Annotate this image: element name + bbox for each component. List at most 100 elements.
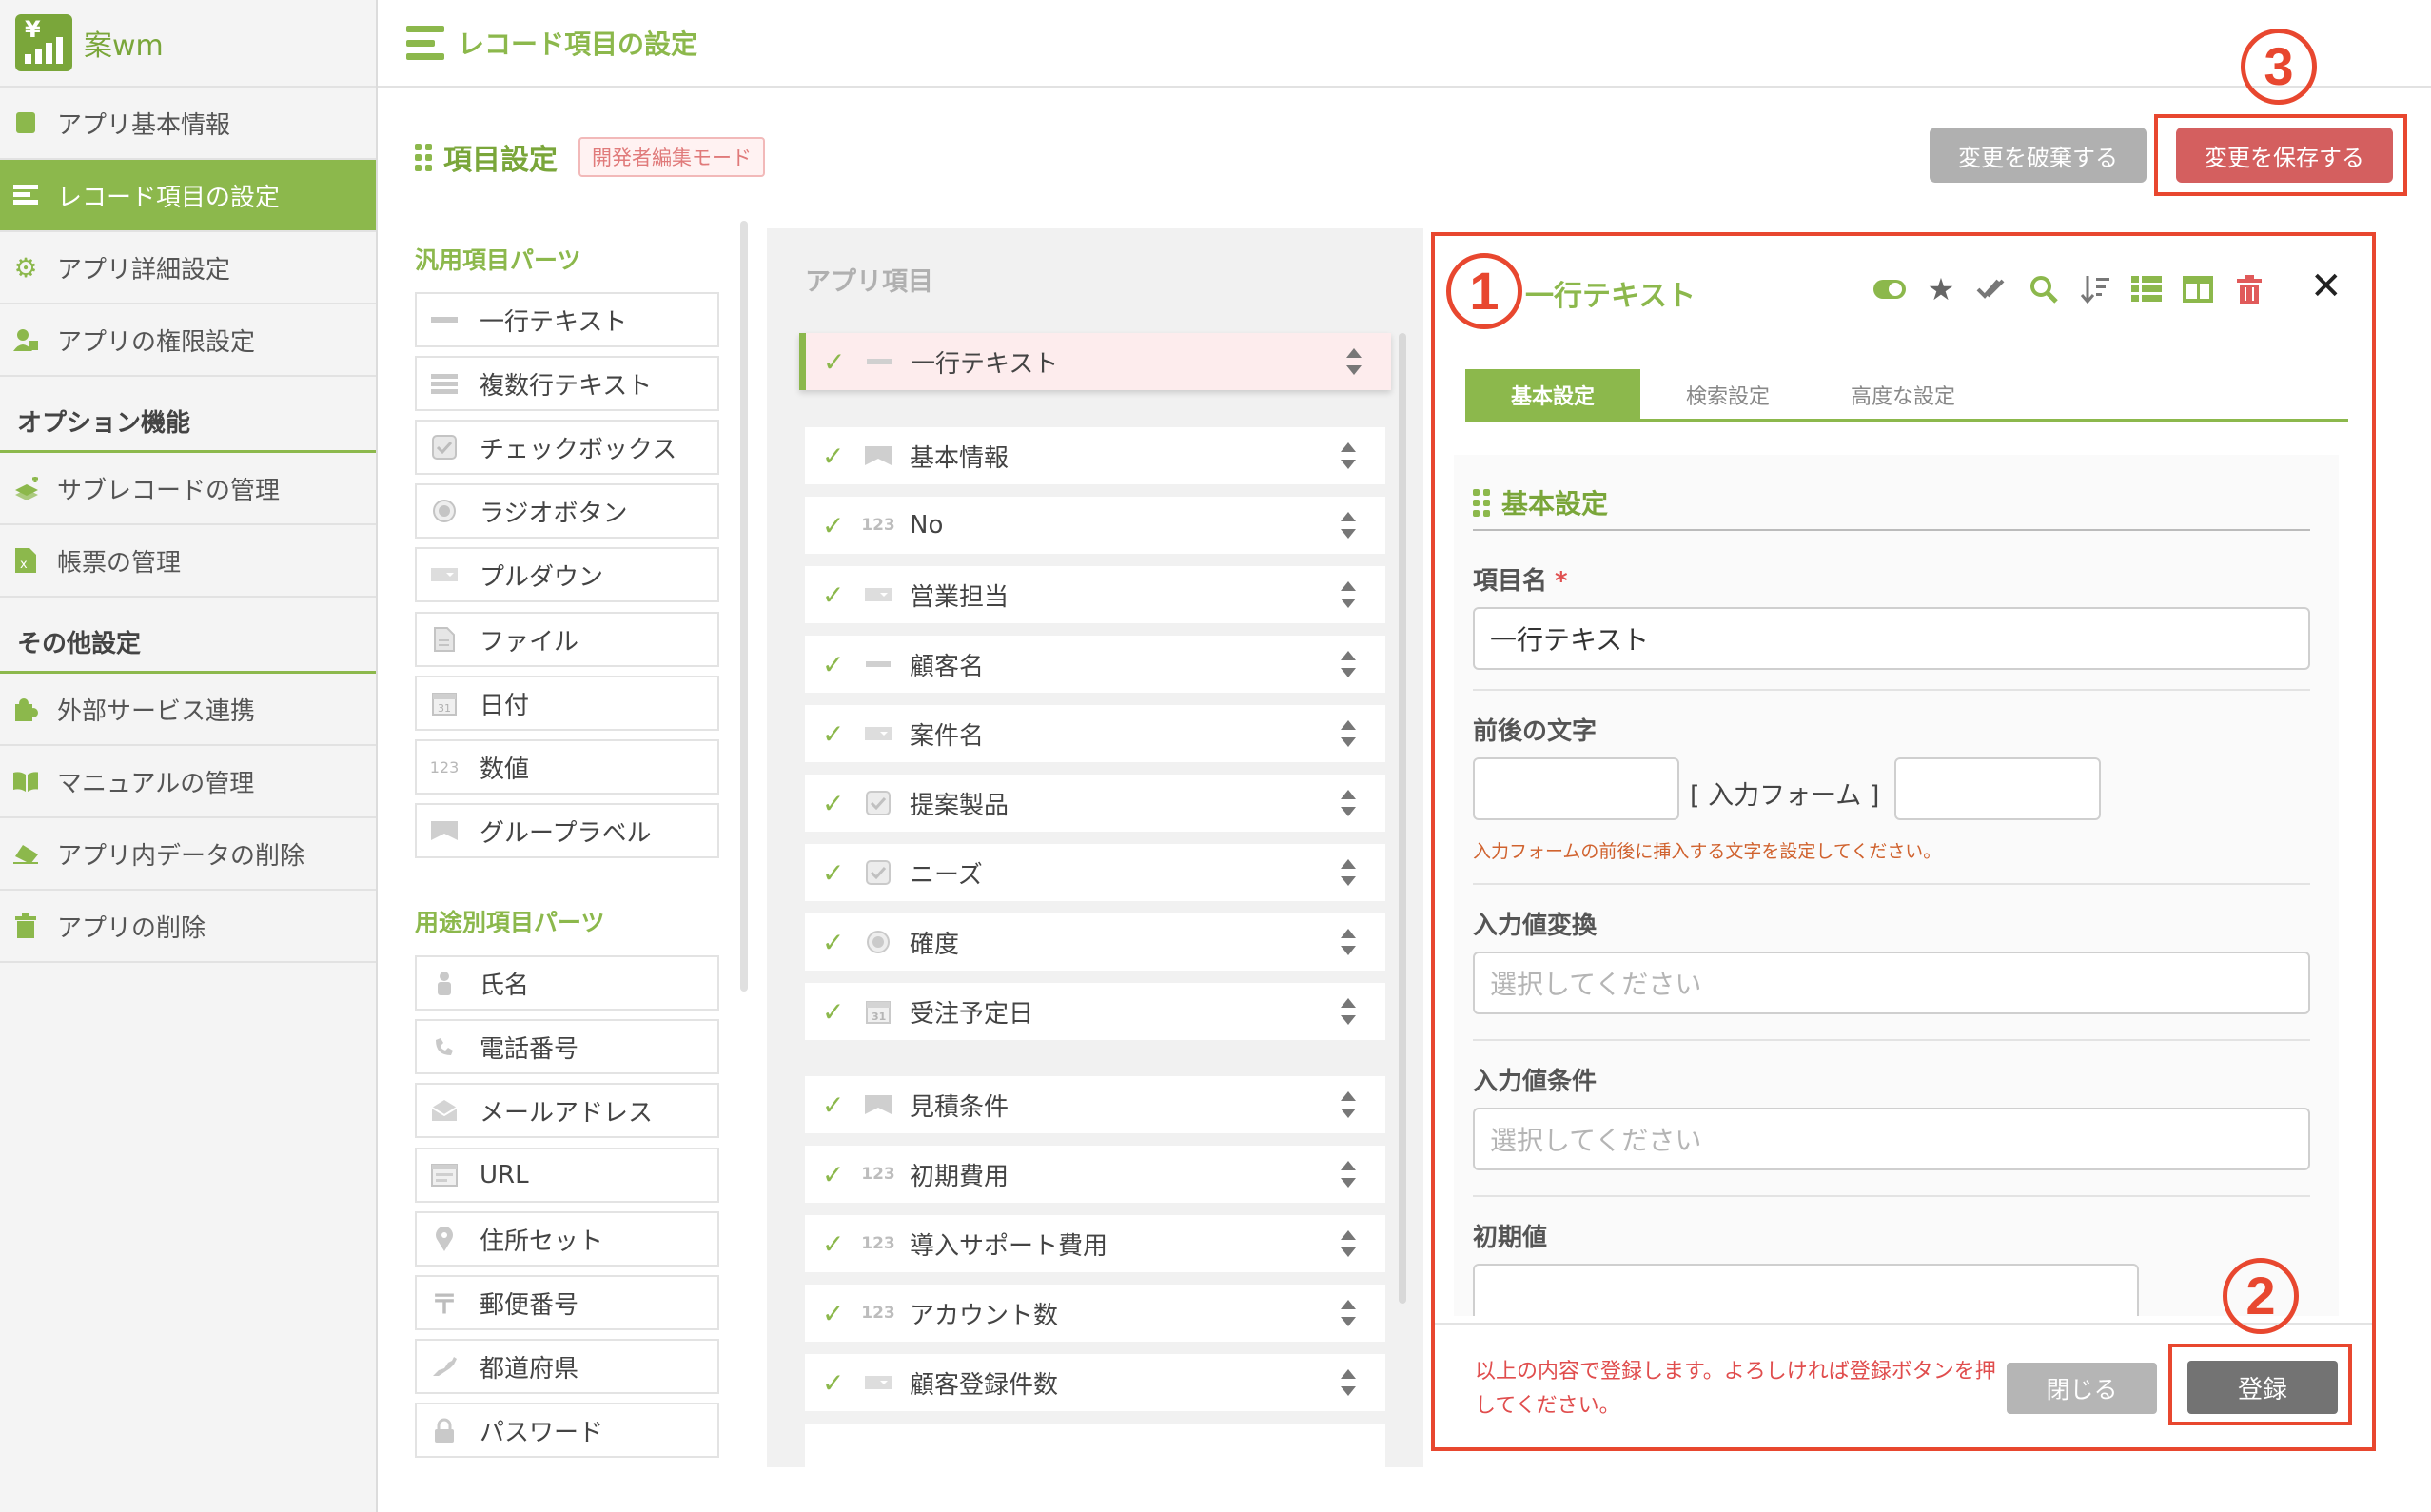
palette-item-date[interactable]: 31 日付 bbox=[415, 676, 719, 731]
sidebar-item-manual[interactable]: マニュアルの管理 bbox=[0, 746, 376, 818]
star-icon[interactable]: ★ bbox=[1924, 271, 1958, 307]
sort-handle-icon[interactable] bbox=[1340, 442, 1357, 469]
trash-icon bbox=[13, 913, 38, 938]
palette-item-phone[interactable]: 電話番号 bbox=[415, 1019, 719, 1074]
sort-handle-icon[interactable] bbox=[1340, 998, 1357, 1025]
sidebar-item-delete-data[interactable]: アプリ内データの削除 bbox=[0, 818, 376, 891]
sort-handle-icon[interactable] bbox=[1340, 1161, 1357, 1188]
palette-item-prefecture[interactable]: 都道府県 bbox=[415, 1339, 719, 1394]
general-parts-heading: 汎用項目パーツ bbox=[415, 246, 581, 274]
app-item-row[interactable]: ✓ 基本情報 bbox=[805, 427, 1385, 484]
app-item-row[interactable]: ✓ 提案製品 bbox=[805, 775, 1385, 832]
sidebar-item-record-fields[interactable]: レコード項目の設定 bbox=[0, 160, 376, 232]
app-logo[interactable]: 案wm bbox=[0, 0, 376, 88]
app-item-row-partial[interactable] bbox=[805, 1424, 1385, 1467]
sidebar-item-forms[interactable]: x 帳票の管理 bbox=[0, 525, 376, 598]
trash-icon[interactable] bbox=[2232, 272, 2266, 306]
app-item-label: 受注予定日 bbox=[910, 999, 1034, 1029]
app-item-row[interactable]: ✓ 123 No bbox=[805, 497, 1385, 554]
basic-settings-title: 基本設定 bbox=[1501, 488, 1609, 520]
field-name-input[interactable]: 一行テキスト bbox=[1473, 607, 2310, 670]
palette-item-postal[interactable]: 〒 郵便番号 bbox=[415, 1275, 719, 1330]
app-item-row[interactable]: ✓ 案件名 bbox=[805, 705, 1385, 762]
default-value-input[interactable] bbox=[1473, 1264, 2139, 1316]
checkbox-icon bbox=[862, 860, 894, 885]
sort-handle-icon[interactable] bbox=[1340, 1230, 1357, 1257]
sidebar-item-label: マニュアルの管理 bbox=[57, 769, 255, 798]
app-item-row[interactable]: ✓ 営業担当 bbox=[805, 566, 1385, 623]
sort-handle-icon[interactable] bbox=[1340, 859, 1357, 886]
toggle-icon[interactable] bbox=[1872, 272, 1907, 306]
app-item-row-selected[interactable]: ✓ 一行テキスト bbox=[799, 333, 1391, 390]
form-area: 基本設定 項目名 * 一行テキスト 前後の文字 [ 入力フォーム ] 入力フォーム… bbox=[1454, 455, 2339, 1316]
radio-icon bbox=[430, 499, 459, 523]
suffix-input[interactable] bbox=[1894, 757, 2101, 820]
sort-handle-icon[interactable] bbox=[1340, 929, 1357, 955]
palette-item-email[interactable]: メールアドレス bbox=[415, 1083, 719, 1138]
palette-item-url[interactable]: URL bbox=[415, 1148, 719, 1203]
close-button[interactable]: 閉じる bbox=[2007, 1363, 2157, 1414]
sidebar-item-permissions[interactable]: アプリの権限設定 bbox=[0, 304, 376, 377]
palette-item-single-line[interactable]: 一行テキスト bbox=[415, 292, 719, 347]
table-icon[interactable] bbox=[2129, 272, 2164, 306]
palette-item-name[interactable]: 氏名 bbox=[415, 955, 719, 1011]
sidebar-item-delete-app[interactable]: アプリの削除 bbox=[0, 891, 376, 963]
palette-item-checkbox[interactable]: チェックボックス bbox=[415, 420, 719, 475]
calendar-icon: 31 bbox=[430, 691, 459, 716]
condition-select[interactable]: 選択してください bbox=[1473, 1108, 2310, 1170]
dropdown-icon bbox=[862, 582, 894, 607]
palette-item-file[interactable]: ファイル bbox=[415, 612, 719, 667]
tab-search[interactable]: 検索設定 bbox=[1640, 369, 1815, 421]
app-item-row[interactable]: ✓ 確度 bbox=[805, 913, 1385, 971]
sort-icon[interactable] bbox=[2078, 272, 2112, 306]
puzzle-icon bbox=[13, 697, 38, 721]
sidebar-item-app-info[interactable]: アプリ基本情報 bbox=[0, 88, 376, 160]
search-icon[interactable] bbox=[2027, 272, 2061, 306]
sort-handle-icon[interactable] bbox=[1345, 348, 1363, 375]
tab-advanced[interactable]: 高度な設定 bbox=[1815, 369, 1990, 421]
app-items-scrollbar[interactable] bbox=[1399, 333, 1406, 1304]
sort-handle-icon[interactable] bbox=[1340, 1300, 1357, 1326]
tab-basic[interactable]: 基本設定 bbox=[1465, 369, 1640, 421]
sort-handle-icon[interactable] bbox=[1340, 651, 1357, 677]
section-header: 項目設定 開発者編集モード bbox=[415, 136, 765, 178]
app-item-label: 基本情報 bbox=[910, 443, 1010, 473]
app-item-row[interactable]: ✓ 顧客名 bbox=[805, 636, 1385, 693]
app-item-row[interactable]: ✓ 31 受注予定日 bbox=[805, 983, 1385, 1040]
palette-scrollbar[interactable] bbox=[740, 221, 748, 992]
app-item-row[interactable]: ✓ 見積条件 bbox=[805, 1076, 1385, 1133]
app-item-row[interactable]: ✓ 123 アカウント数 bbox=[805, 1285, 1385, 1342]
palette-item-multi-line[interactable]: 複数行テキスト bbox=[415, 356, 719, 411]
palette-item-group-label[interactable]: グループラベル bbox=[415, 803, 719, 858]
palette-item-dropdown[interactable]: プルダウン bbox=[415, 547, 719, 602]
sort-handle-icon[interactable] bbox=[1340, 581, 1357, 608]
discard-changes-button[interactable]: 変更を破棄する bbox=[1930, 128, 2147, 183]
sidebar-item-subrecords[interactable]: サブレコードの管理 bbox=[0, 453, 376, 525]
sort-handle-icon[interactable] bbox=[1340, 790, 1357, 816]
basic-settings-heading: 基本設定 bbox=[1473, 483, 1608, 521]
annotation-number: 3 bbox=[2241, 29, 2317, 105]
app-items-heading: アプリ項目 bbox=[805, 267, 933, 297]
sort-handle-icon[interactable] bbox=[1340, 512, 1357, 539]
double-check-icon[interactable] bbox=[1975, 272, 2009, 306]
sidebar-item-app-detail[interactable]: ⚙ アプリ詳細設定 bbox=[0, 232, 376, 304]
app-item-row[interactable]: ✓ 123 導入サポート費用 bbox=[805, 1215, 1385, 1272]
sort-handle-icon[interactable] bbox=[1340, 720, 1357, 747]
app-item-row[interactable]: ✓ ニーズ bbox=[805, 844, 1385, 901]
sort-handle-icon[interactable] bbox=[1340, 1091, 1357, 1118]
columns-icon[interactable] bbox=[2181, 272, 2215, 306]
palette-item-radio[interactable]: ラジオボタン bbox=[415, 483, 719, 539]
conversion-select[interactable]: 選択してください bbox=[1473, 952, 2310, 1014]
palette-item-number[interactable]: 123 数値 bbox=[415, 739, 719, 795]
palette-item-password[interactable]: パスワード bbox=[415, 1403, 719, 1458]
sidebar-item-external[interactable]: 外部サービス連携 bbox=[0, 674, 376, 746]
single-line-icon bbox=[430, 307, 459, 332]
app-item-row[interactable]: ✓ 123 初期費用 bbox=[805, 1146, 1385, 1203]
app-item-label: 見積条件 bbox=[910, 1092, 1010, 1122]
affix-hint: 入力フォームの前後に挿入する文字を設定してください。 bbox=[1473, 841, 1942, 862]
sort-handle-icon[interactable] bbox=[1340, 1369, 1357, 1396]
app-item-row[interactable]: ✓ 顧客登録件数 bbox=[805, 1354, 1385, 1411]
palette-item-address[interactable]: 住所セット bbox=[415, 1211, 719, 1267]
close-icon[interactable]: ✕ bbox=[2310, 265, 2343, 308]
prefix-input[interactable] bbox=[1473, 757, 1679, 820]
